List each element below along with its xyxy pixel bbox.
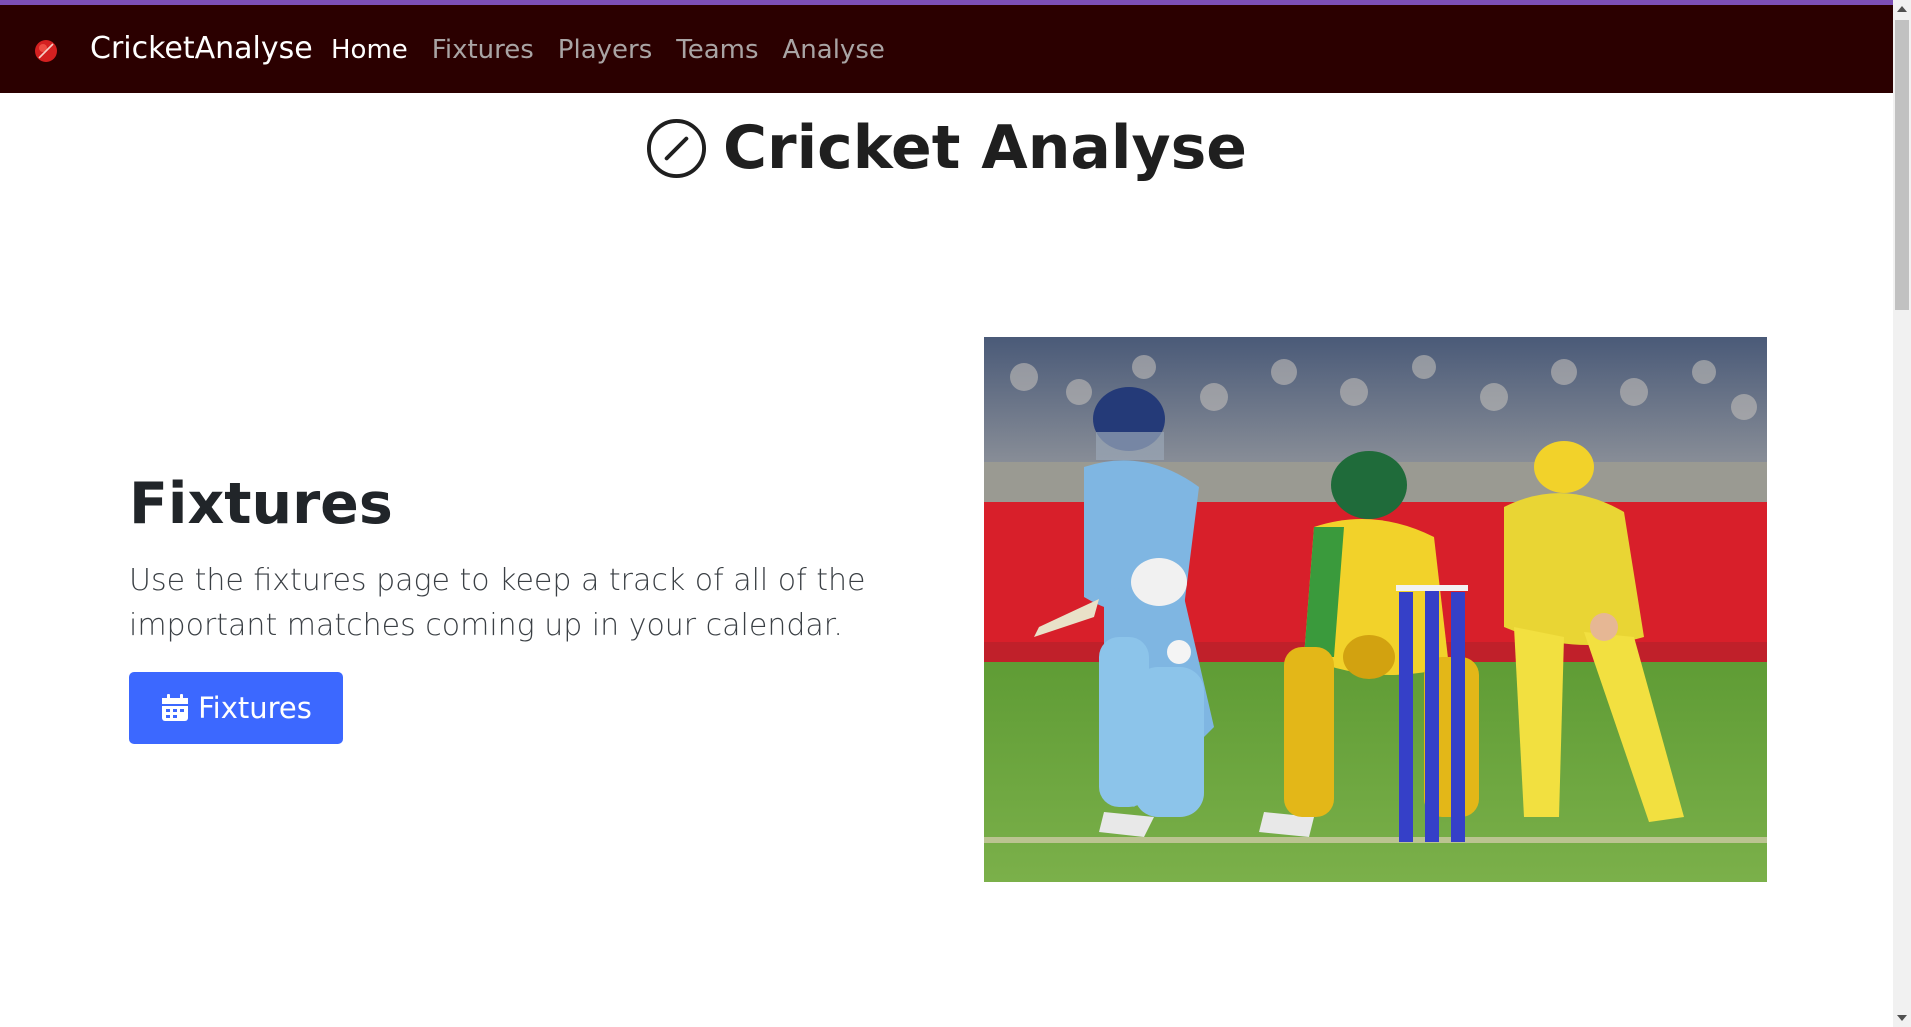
fixtures-button[interactable]: Fixtures — [129, 672, 343, 744]
scroll-down-arrow-icon[interactable] — [1897, 1015, 1907, 1021]
nav-link-analyse[interactable]: Analyse — [783, 34, 885, 68]
nav-link-home[interactable]: Home — [331, 34, 408, 68]
feature-heading: Fixtures — [129, 471, 393, 537]
nav-link-players[interactable]: Players — [558, 34, 652, 68]
feature-description: Use the fixtures page to keep a track of… — [129, 563, 866, 643]
scrollbar[interactable] — [1893, 0, 1911, 1027]
navbar: CricketAnalyse Home Fixtures Players Tea… — [0, 5, 1893, 93]
page-header: Cricket Analyse — [0, 112, 1893, 184]
calendar-icon — [162, 694, 189, 721]
page: CricketAnalyse Home Fixtures Players Tea… — [0, 0, 1911, 1027]
cricket-match-photo — [984, 337, 1767, 882]
nav-link-teams[interactable]: Teams — [676, 34, 758, 68]
nav-links: Home Fixtures Players Teams Analyse — [331, 34, 885, 68]
scroll-up-arrow-icon[interactable] — [1897, 6, 1907, 12]
cricket-ball-icon[interactable] — [33, 38, 59, 64]
page-title: Cricket Analyse — [722, 113, 1248, 183]
slash-circle-icon — [646, 118, 706, 178]
nav-link-fixtures[interactable]: Fixtures — [432, 34, 534, 68]
fixtures-button-label: Fixtures — [198, 691, 312, 725]
brand-name[interactable]: CricketAnalyse — [90, 29, 313, 68]
scroll-thumb[interactable] — [1895, 20, 1909, 310]
